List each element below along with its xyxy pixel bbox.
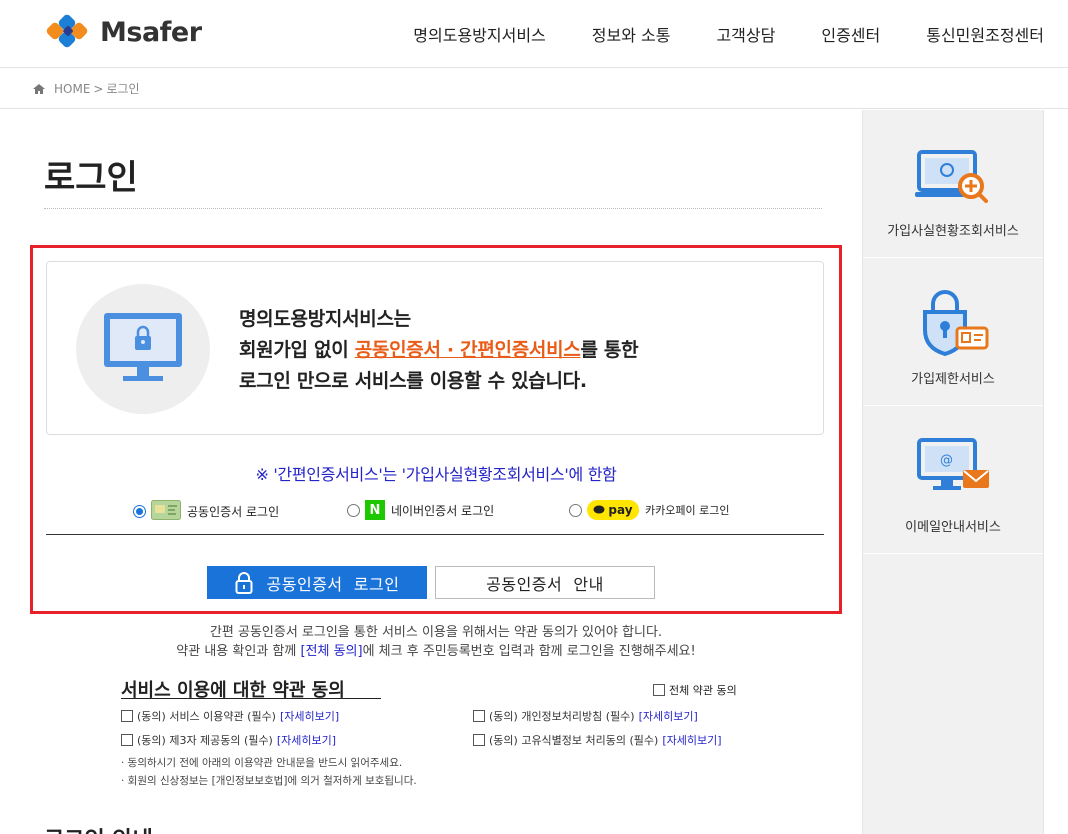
sidebar-label: 가입제한서비스 [911, 372, 995, 387]
agreement-guide-line-1: 간편 공동인증서 로그인을 통한 서비스 이용을 위해서는 약관 동의가 있어야… [209, 625, 663, 640]
nav-item-support[interactable]: 고객상담 [716, 22, 775, 46]
checkbox-third-party[interactable] [121, 734, 133, 746]
terms-note-1: · 동의하시기 전에 아래의 이용약관 안내문을 반드시 읽어주세요. [121, 757, 403, 769]
svg-text:@: @ [940, 453, 953, 468]
checkbox[interactable] [653, 684, 665, 696]
guide-prefix: 약관 내용 확인과 함께 [176, 644, 301, 659]
option-label: 네이버인증서 로그인 [391, 503, 495, 518]
intro-box: 명의도용방지서비스는 회원가입 없이 공동인증서 · 간편인증서비스를 통한 로… [46, 261, 824, 435]
all-agree-checkbox[interactable]: 전체 약관 동의 [653, 682, 737, 698]
radio-kakaopay[interactable] [569, 503, 582, 517]
term-third-party: (동의) 제3자 제공동의 (필수) [자세히보기] [121, 732, 336, 748]
option-certificate-login[interactable]: 공동인증서 로그인 [133, 500, 279, 523]
option-label: 공동인증서 로그인 [187, 505, 280, 519]
quick-service-sidebar: 가입사실현황조회서비스 가입제한서비스 @ 이메일안내서비스 [862, 110, 1044, 834]
term-unique-id: (동의) 고유식별정보 처리동의 (필수) [자세히보기] [473, 732, 722, 748]
intro-text: 명의도용방지서비스는 회원가입 없이 공동인증서 · 간편인증서비스를 통한 로… [239, 304, 639, 397]
checkbox-privacy-policy[interactable] [473, 710, 485, 722]
checkbox-service-terms[interactable] [121, 710, 133, 722]
term-label: (동의) 서비스 이용약관 (필수) [137, 710, 276, 723]
certificate-card-icon [151, 500, 181, 523]
msafer-logo[interactable]: Msafer [44, 12, 202, 52]
detail-link-privacy[interactable]: [자세히보기] [639, 708, 698, 724]
detail-link-unique-id[interactable]: [자세히보기] [662, 732, 721, 748]
login-guide-heading: 로그인 안내 [44, 822, 153, 834]
certificate-guide-button[interactable]: 공동인증서 안내 [435, 566, 655, 599]
home-icon[interactable] [32, 82, 46, 96]
breadcrumb-home[interactable]: HOME [54, 82, 90, 96]
terms-title-underline [121, 698, 381, 699]
site-header: Msafer 명의도용방지서비스 정보와 소통 고객상담 인증센터 통신민원조정… [0, 0, 1068, 68]
intro-line-2-prefix: 회원가입 없이 [239, 339, 355, 361]
sidebar-label: 가입사실현황조회서비스 [887, 224, 1019, 239]
intro-line-3: 로그인 만으로 서비스를 이용할 수 있습니다. [239, 370, 587, 392]
intro-highlight: 공동인증서 · 간편인증서비스 [354, 339, 581, 361]
radio-naver[interactable] [347, 503, 360, 517]
login-method-options: 공동인증서 로그인 N 네이버인증서 로그인 pay 카카오페이 로그인 [133, 500, 753, 526]
kakaopay-icon-text: pay [608, 503, 633, 517]
lock-id-card-icon [923, 290, 989, 357]
title-divider [44, 208, 822, 209]
certificate-login-button[interactable]: 공동인증서 로그인 [207, 566, 427, 599]
intro-line-1: 명의도용방지서비스는 [239, 308, 411, 330]
term-service: (동의) 서비스 이용약관 (필수) [자세히보기] [121, 708, 339, 724]
breadcrumb: HOME > 로그인 [0, 69, 1068, 109]
sidebar-item-subscription-limit[interactable]: 가입제한서비스 [863, 258, 1043, 406]
nav-item-identity-theft[interactable]: 명의도용방지서비스 [413, 22, 545, 46]
breadcrumb-separator: > [93, 81, 104, 96]
nav-item-mediation[interactable]: 통신민원조정센터 [926, 22, 1044, 46]
msafer-logo-mark-icon [44, 12, 96, 52]
option-label: 카카오페이 로그인 [645, 504, 730, 517]
login-button-row: 공동인증서 로그인 공동인증서 안내 [207, 566, 655, 599]
breadcrumb-current: 로그인 [106, 82, 140, 96]
detail-link-third-party[interactable]: [자세히보기] [277, 732, 336, 748]
all-agree-link: [전체 동의] [300, 644, 363, 659]
checkbox-unique-id[interactable] [473, 734, 485, 746]
term-label: (동의) 고유식별정보 처리동의 (필수) [489, 734, 659, 747]
easy-auth-notice: ※ '간편인증서비스'는 '가입사실현황조회서비스'에 한함 [255, 465, 617, 484]
all-agree-label: 전체 약관 동의 [669, 684, 737, 697]
certificate-guide-label: 공동인증서 안내 [486, 574, 604, 594]
term-label: (동의) 개인정보처리방침 (필수) [489, 710, 635, 723]
nav-item-cert-center[interactable]: 인증센터 [821, 22, 880, 46]
secure-monitor-icon [76, 284, 210, 414]
nav-item-info[interactable]: 정보와 소통 [592, 22, 671, 46]
naver-icon: N [365, 500, 385, 520]
certificate-login-label: 공동인증서 로그인 [266, 574, 400, 594]
page-title: 로그인 [44, 158, 138, 198]
terms-note-2: · 회원의 신상정보는 [개인정보보호법]에 의거 철저하게 보호됩니다. [121, 775, 417, 787]
kakaopay-icon: pay [587, 500, 639, 520]
term-label: (동의) 제3자 제공동의 (필수) [137, 734, 273, 747]
intro-line-2-suffix: 를 통한 [580, 339, 639, 361]
monitor-email-icon: @ [917, 438, 989, 490]
agreement-guide-line-2: 약관 내용 확인과 함께 [전체 동의]에 체크 후 주민등록번호 입력과 함께… [30, 642, 842, 661]
brand-name: Msafer [100, 16, 202, 48]
sidebar-label: 이메일안내서비스 [905, 520, 1001, 535]
login-panel: 명의도용방지서비스는 회원가입 없이 공동인증서 · 간편인증서비스를 통한 로… [30, 245, 842, 614]
options-divider [46, 534, 824, 535]
sidebar-item-email-notice[interactable]: @ 이메일안내서비스 [863, 406, 1043, 554]
option-kakaopay-login[interactable]: pay 카카오페이 로그인 [569, 500, 729, 520]
detail-link-service[interactable]: [자세히보기] [280, 708, 339, 724]
option-naver-login[interactable]: N 네이버인증서 로그인 [347, 500, 494, 520]
guide-suffix: 에 체크 후 주민등록번호 입력과 함께 로그인을 진행해주세요! [362, 644, 696, 659]
agreement-guide: 간편 공동인증서 로그인을 통한 서비스 이용을 위해서는 약관 동의가 있어야… [30, 623, 842, 661]
intro-line-2: 회원가입 없이 공동인증서 · 간편인증서비스를 통한 [239, 335, 639, 366]
main-nav: 명의도용방지서비스 정보와 소통 고객상담 인증센터 통신민원조정센터 [367, 0, 1044, 68]
monitor-search-icon [915, 150, 988, 203]
term-privacy: (동의) 개인정보처리방침 (필수) [자세히보기] [473, 708, 698, 724]
sidebar-item-subscription-status[interactable]: 가입사실현황조회서비스 [863, 110, 1043, 258]
lock-icon [235, 571, 253, 594]
radio-certificate[interactable] [133, 505, 146, 518]
